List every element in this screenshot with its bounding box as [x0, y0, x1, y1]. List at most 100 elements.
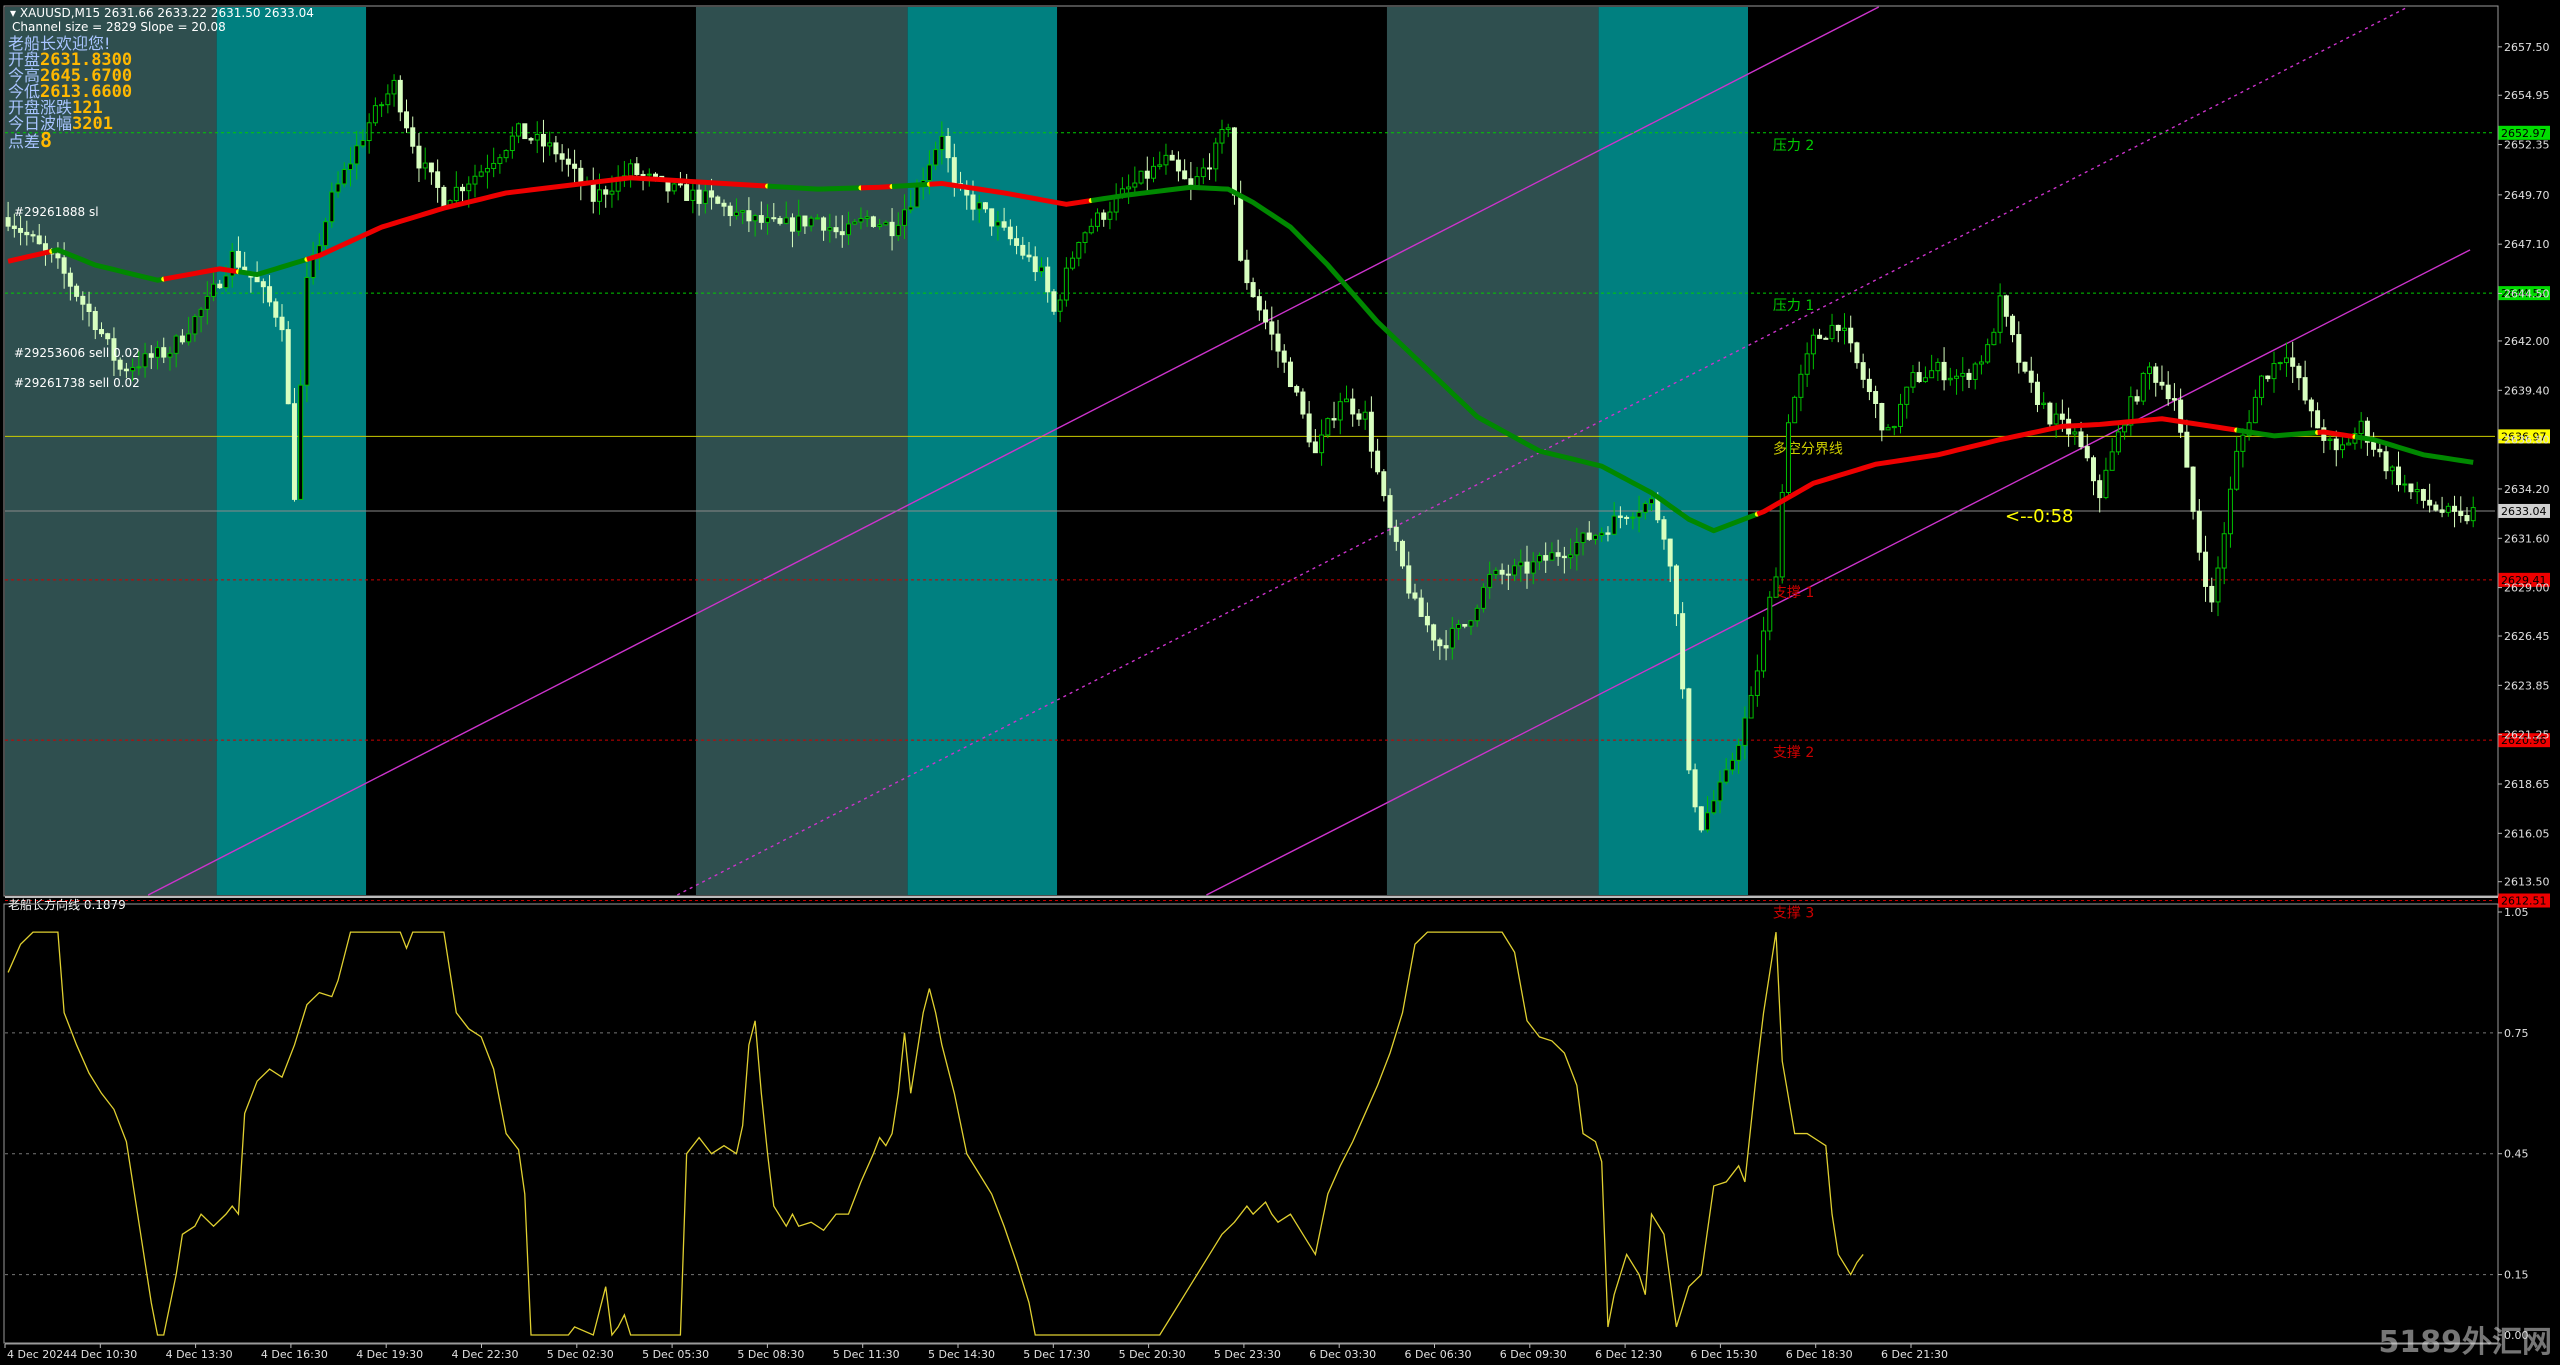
candle-body	[1605, 532, 1611, 535]
candle-body	[534, 133, 540, 141]
candle-body	[2028, 370, 2034, 383]
candle-body	[2327, 438, 2333, 441]
time-tick-label: 6 Dec 12:30	[1595, 1348, 1662, 1361]
candle-body	[2396, 466, 2402, 486]
candle-body	[1014, 238, 1020, 246]
candle-body	[970, 194, 976, 210]
candle-body	[304, 276, 310, 386]
candle-body	[1300, 391, 1306, 415]
collapse-icon[interactable]: ▾	[10, 6, 16, 20]
candle-body	[2414, 489, 2420, 493]
candle-body	[1661, 519, 1667, 540]
candle-body	[148, 353, 154, 358]
osc-tick-label: 0.45	[2504, 1148, 2529, 1161]
time-tick-label: 6 Dec 15:30	[1690, 1348, 1757, 1361]
candle-body	[441, 186, 447, 208]
candle-body	[2470, 507, 2476, 522]
candle-body	[1213, 142, 1219, 170]
candle-body	[2034, 381, 2040, 405]
candle-body	[752, 215, 758, 222]
candle-body	[1393, 526, 1399, 542]
candle-body	[789, 217, 795, 232]
candle-body	[1412, 592, 1418, 599]
candle-body	[192, 316, 198, 335]
candle-body	[671, 183, 677, 192]
candle-body	[2452, 505, 2458, 512]
candle-body	[1207, 167, 1213, 170]
candle-body	[1007, 226, 1013, 240]
candle-body	[1997, 295, 2003, 333]
price-tick-label: 2639.40	[2504, 384, 2550, 397]
candle-body	[80, 295, 86, 305]
candle-body	[2115, 431, 2121, 453]
price-tick-label: 2618.65	[2504, 778, 2550, 791]
candle-body	[864, 216, 870, 219]
candle-body	[796, 215, 802, 232]
candle-body	[1916, 372, 1922, 383]
candle-body	[105, 333, 111, 340]
level-lines: 压力 22652.97压力 12644.52多空分界线2636.972633.0…	[5, 125, 2550, 922]
candle-body	[1337, 401, 1343, 421]
level-label: 支撑 2	[1773, 745, 1814, 761]
candle-body	[1947, 377, 1953, 381]
candle-body	[702, 190, 708, 204]
candle-body	[2290, 357, 2296, 367]
time-tick-label: 6 Dec 21:30	[1881, 1348, 1948, 1361]
order-label[interactable]: #29253606 sell 0.02	[14, 346, 140, 360]
order-label[interactable]: #29261888 sl	[14, 205, 99, 219]
candle-body	[733, 211, 739, 217]
candle-body	[1468, 620, 1474, 627]
candle-body	[74, 285, 80, 297]
price-tick-label: 2649.70	[2504, 189, 2550, 202]
candle-body	[1935, 361, 1941, 372]
candle-body	[323, 221, 329, 247]
candle-body	[404, 111, 410, 129]
candle-body	[1536, 555, 1542, 563]
watermark: 5189外汇网	[2378, 1325, 2553, 1360]
candle-body	[1574, 542, 1580, 556]
candle-body	[553, 142, 559, 155]
candle-body	[173, 335, 179, 354]
regression-channel	[147, 6, 2471, 896]
candle-body	[235, 250, 241, 268]
candle-body	[684, 184, 690, 201]
candle-body	[472, 175, 478, 185]
price-tag-label: 2633.04	[2501, 505, 2547, 518]
candle-body	[939, 135, 945, 151]
candle-body	[1630, 516, 1636, 519]
time-tick-label: 5 Dec 20:30	[1119, 1348, 1186, 1361]
candle-body	[1225, 127, 1231, 130]
candle-body	[995, 221, 1001, 227]
candle-body	[1356, 413, 1362, 420]
symbol-line: XAUUSD,M15 2631.66 2633.22 2631.50 2633.…	[19, 6, 314, 20]
time-tick-label: 4 Dec 10:30	[70, 1348, 137, 1361]
candle-body	[167, 352, 173, 358]
candle-body	[273, 301, 279, 318]
candle-body	[572, 163, 578, 169]
candle-body	[1798, 373, 1804, 398]
candle-body	[1045, 266, 1051, 293]
candle-body	[777, 218, 783, 224]
candle-body	[428, 162, 434, 173]
candle-body	[379, 104, 385, 107]
candle-body	[2371, 441, 2377, 450]
candle-body	[1823, 337, 1829, 340]
order-label[interactable]: #29261738 sell 0.02	[14, 376, 140, 390]
candle-body	[1406, 565, 1412, 594]
candle-body	[727, 205, 733, 217]
candle-body	[1424, 615, 1430, 626]
candle-body	[2165, 384, 2171, 400]
candle-body	[291, 403, 297, 500]
candle-body	[1070, 257, 1076, 269]
candle-body	[1761, 630, 1767, 672]
candle-body	[1437, 639, 1443, 647]
info-value: 8	[40, 128, 53, 152]
candle-body	[254, 276, 260, 283]
candle-body	[1524, 561, 1530, 574]
candle-body	[478, 171, 484, 177]
level-label: 支撑 1	[1773, 585, 1814, 601]
candle-body	[2377, 448, 2383, 453]
candle-body	[142, 353, 148, 368]
ma-segment-down	[767, 183, 862, 192]
osc-tick-label: 1.05	[2504, 906, 2529, 919]
